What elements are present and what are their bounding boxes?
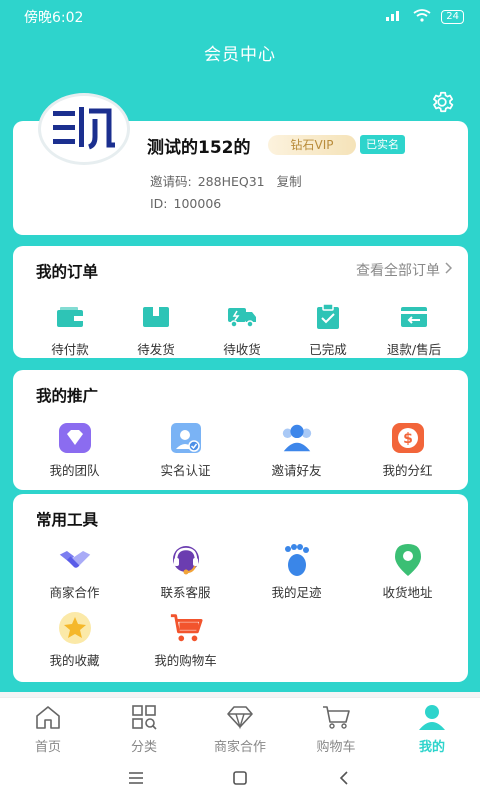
order-status-label: 待发货	[137, 342, 175, 357]
page-title: 会员中心	[204, 45, 276, 65]
status-time: 傍晚6:02	[24, 10, 84, 26]
order-status-label: 已完成	[309, 342, 347, 357]
back-icon[interactable]	[334, 768, 354, 788]
promotion-title: 我的推广	[36, 387, 99, 405]
view-all-orders-link[interactable]: 查看全部订单	[356, 260, 453, 280]
status-bar: 傍晚6:02 24	[0, 0, 480, 34]
promotion-card: 我的推广 我的团队 实名认证 邀请好友 $ 我的分红	[13, 370, 468, 490]
my-team[interactable]: 我的团队	[19, 422, 130, 479]
nav-mine[interactable]: 我的	[384, 698, 480, 755]
copy-button[interactable]: 复制	[277, 174, 302, 189]
order-status-row: 待付款 待发货 待收货 已完成 退款/售后	[13, 301, 468, 358]
invite-friends[interactable]: 邀请好友	[241, 422, 352, 479]
users-icon	[280, 422, 314, 454]
promotion-label: 我的分红	[382, 463, 433, 478]
my-footprints[interactable]: 我的足迹	[241, 544, 352, 601]
user-id-label: ID:	[150, 196, 168, 211]
vip-badge: 钻石VIP	[268, 135, 356, 155]
location-pin-icon	[391, 544, 425, 576]
order-pending-payment[interactable]: 待付款	[27, 301, 113, 358]
home-icon	[34, 704, 62, 734]
promotion-label: 邀请好友	[271, 463, 322, 478]
system-nav-bar	[0, 755, 480, 800]
my-dividends[interactable]: $ 我的分红	[352, 422, 463, 479]
my-favorites[interactable]: 我的收藏	[19, 612, 130, 669]
nav-category[interactable]: 分类	[96, 698, 192, 755]
clipboard-check-icon	[311, 301, 345, 333]
order-pending-shipment[interactable]: 待发货	[113, 301, 199, 358]
chevron-right-icon	[444, 262, 453, 278]
signal-icon	[385, 9, 403, 25]
orders-title: 我的订单	[36, 263, 99, 281]
tools-row-1: 商家合作 联系客服 我的足迹 收货地址	[13, 544, 468, 601]
merchant-cooperation[interactable]: 商家合作	[19, 544, 130, 601]
user-icon	[417, 704, 447, 734]
svg-text:$: $	[403, 431, 413, 447]
truck-icon	[225, 301, 259, 333]
order-status-label: 退款/售后	[386, 342, 442, 357]
dollar-icon: $	[391, 422, 425, 454]
cart-icon	[169, 612, 203, 644]
tools-card: 常用工具 商家合作 联系客服 我的足迹 收货地址 我的收藏 我的购物车	[13, 494, 468, 682]
order-completed[interactable]: 已完成	[285, 301, 371, 358]
tool-label: 我的足迹	[271, 585, 322, 600]
diamond-icon	[58, 422, 92, 454]
nav-label: 首页	[34, 740, 61, 755]
order-refund[interactable]: 退款/售后	[371, 301, 457, 358]
tool-label: 收货地址	[382, 585, 433, 600]
my-shopping-cart[interactable]: 我的购物车	[130, 612, 241, 669]
tools-title: 常用工具	[36, 511, 99, 529]
nav-label: 分类	[130, 740, 157, 755]
real-name-auth[interactable]: 实名认证	[130, 422, 241, 479]
nav-label: 商家合作	[213, 740, 266, 755]
refund-icon	[397, 301, 431, 333]
order-pending-receipt[interactable]: 待收货	[199, 301, 285, 358]
username: 测试的152的	[147, 138, 251, 158]
nav-merchant[interactable]: 商家合作	[192, 698, 288, 755]
user-id-value: 100006	[173, 196, 222, 211]
category-icon	[130, 704, 158, 734]
view-all-orders-label: 查看全部订单	[356, 263, 440, 279]
user-id-row: ID: 100006	[150, 196, 221, 211]
tool-label: 商家合作	[49, 585, 100, 600]
invite-code-label: 邀请码:	[150, 174, 192, 189]
handshake-icon	[58, 544, 92, 576]
nav-cart[interactable]: 购物车	[288, 698, 384, 755]
wifi-icon	[413, 8, 431, 26]
contact-support[interactable]: 联系客服	[130, 544, 241, 601]
invite-code-row: 邀请码: 288HEQ31 复制	[150, 171, 302, 190]
tool-label: 我的购物车	[154, 653, 217, 668]
battery-indicator: 24	[441, 10, 464, 24]
settings-gear-icon[interactable]	[429, 89, 455, 115]
menu-icon[interactable]	[126, 768, 146, 788]
order-status-label: 待付款	[51, 342, 89, 357]
orders-card: 我的订单 查看全部订单 待付款 待发货 待收货 已完成 退款/售后	[13, 246, 468, 358]
bottom-nav: 首页 分类 商家合作 购物车 我的	[0, 697, 480, 755]
tool-label: 我的收藏	[49, 653, 100, 668]
nav-label: 我的	[418, 740, 445, 755]
id-card-icon	[169, 422, 203, 454]
diamond-outline-icon	[225, 704, 255, 734]
promotion-row: 我的团队 实名认证 邀请好友 $ 我的分红	[13, 422, 468, 479]
star-icon	[58, 612, 92, 644]
shipping-address[interactable]: 收货地址	[352, 544, 463, 601]
invite-code-value: 288HEQ31	[197, 174, 265, 189]
verified-badge: 已实名	[360, 135, 405, 154]
cart-outline-icon	[321, 704, 351, 734]
tools-row-2: 我的收藏 我的购物车	[13, 612, 468, 669]
footprint-icon	[280, 544, 314, 576]
home-square-icon[interactable]	[230, 768, 250, 788]
promotion-label: 我的团队	[49, 463, 100, 478]
nav-label: 购物车	[316, 740, 356, 755]
wallet-icon	[53, 301, 87, 333]
package-icon	[139, 301, 173, 333]
order-status-label: 待收货	[223, 342, 261, 357]
nav-home[interactable]: 首页	[0, 698, 96, 755]
avatar[interactable]	[38, 93, 130, 165]
tool-label: 联系客服	[160, 585, 211, 600]
headset-icon	[169, 544, 203, 576]
promotion-label: 实名认证	[160, 463, 211, 478]
